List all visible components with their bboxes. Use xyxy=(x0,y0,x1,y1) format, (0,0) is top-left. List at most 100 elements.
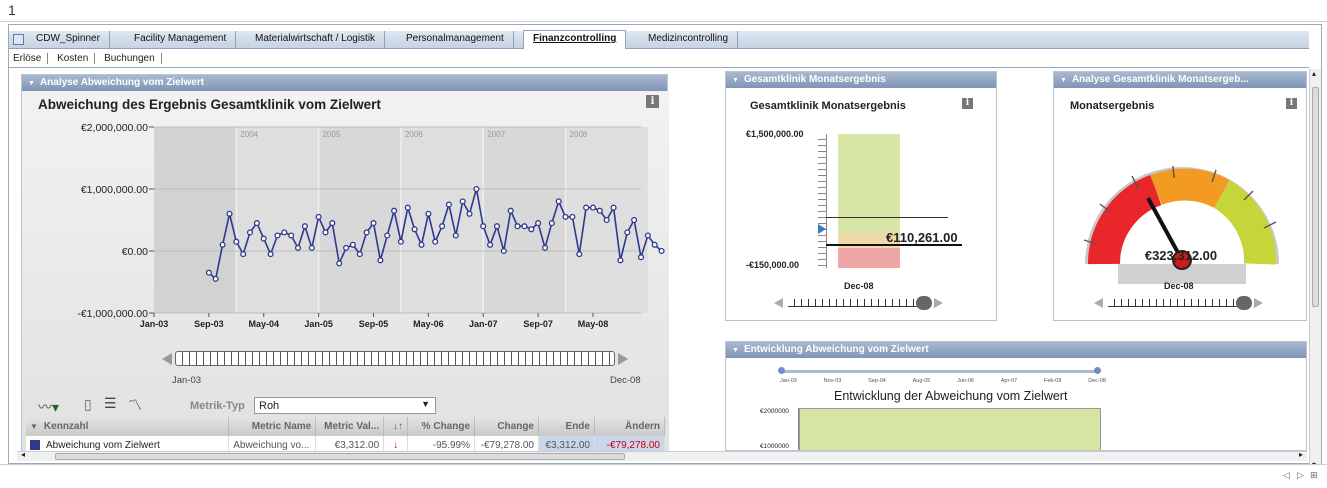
timeline-label: Dec-08 xyxy=(1088,378,1106,384)
data-point xyxy=(336,260,343,267)
analysis-panel-header[interactable]: ▼ Analyse Abweichung vom Zielwert xyxy=(22,75,667,91)
timeline-label: Sep-04 xyxy=(868,378,886,384)
tab-materialwirtschaft[interactable]: Materialwirtschaft / Logistik xyxy=(246,31,386,48)
monthly-panel-header[interactable]: ▼ Gesamtklinik Monatsergebnis xyxy=(726,72,996,88)
data-point xyxy=(603,216,610,224)
gauge-icon[interactable]: ▯ xyxy=(84,396,92,413)
metrics-table: ▼ Kennzahl Metric Name Metric Val... ↓↑ %… xyxy=(26,417,666,456)
data-point xyxy=(356,251,363,258)
timeline-start-handle[interactable] xyxy=(778,367,785,374)
col-change[interactable]: Change xyxy=(474,417,539,436)
data-point xyxy=(322,229,329,236)
slider-thumb[interactable] xyxy=(1236,296,1252,310)
year-label: 2008 xyxy=(570,130,588,139)
gauge-value: €323,312.00 xyxy=(1144,248,1218,263)
collapse-icon[interactable]: ▼ xyxy=(1060,77,1067,84)
timeline-label: Jan-03 xyxy=(780,378,797,384)
slider-right-arrow-icon[interactable] xyxy=(934,298,943,308)
period-slider[interactable] xyxy=(1094,296,1274,310)
data-point xyxy=(253,220,260,227)
subnav-buchungen[interactable]: Buchungen xyxy=(98,53,162,64)
scroll-thumb[interactable] xyxy=(55,453,625,460)
marker-icon xyxy=(818,224,826,234)
trend-panel-header[interactable]: ▼ Entwicklung Abweichung vom Zielwert xyxy=(726,342,1306,358)
period-slider[interactable] xyxy=(774,296,954,310)
slider-thumb[interactable] xyxy=(916,296,932,310)
chevron-down-icon[interactable]: ▼ xyxy=(421,399,430,409)
info-icon[interactable]: i xyxy=(1286,98,1297,109)
col-direction[interactable]: ↓↑ xyxy=(383,417,409,436)
sort-icon[interactable]: ▼ xyxy=(30,422,38,431)
timeline-label: Jun-06 xyxy=(957,378,974,384)
subnav-kosten[interactable]: Kosten xyxy=(51,53,96,64)
col-kennzahl[interactable]: ▼ Kennzahl xyxy=(26,417,230,436)
tab-facility-management[interactable]: Facility Management xyxy=(125,31,237,48)
bullet-value: €110,261.00 xyxy=(886,230,958,245)
tab-personalmanagement[interactable]: Personalmanagement xyxy=(397,31,514,48)
gauge-panel-header-label: Analyse Gesamtklinik Monatsergeb... xyxy=(1071,74,1249,85)
horizontal-scrollbar[interactable]: ◂ ▸ xyxy=(17,450,1307,461)
col-metric-name[interactable]: Metric Name xyxy=(228,417,317,436)
series-color-icon xyxy=(30,440,40,451)
prev-page-icon[interactable]: ◁ xyxy=(1283,470,1290,481)
gauge-orange-band xyxy=(1150,168,1230,209)
line-chart: 2004 2005 2006 2007 2008 €2,000,000.00 €1,000… xyxy=(77,122,665,329)
tab-finanzcontrolling[interactable]: Finanzcontrolling xyxy=(523,30,627,49)
layout-icon[interactable]: ⊞ xyxy=(1310,470,1318,481)
y-tick-label: €2,000,000.00 xyxy=(81,122,148,134)
slider-left-arrow-icon[interactable] xyxy=(162,353,172,365)
slider-track[interactable] xyxy=(175,351,615,366)
slider-right-arrow-icon[interactable] xyxy=(1254,298,1263,308)
collapse-icon[interactable]: ▼ xyxy=(28,80,35,87)
slider-left-arrow-icon[interactable] xyxy=(774,298,783,308)
col-andern[interactable]: Ändern xyxy=(594,417,666,436)
slider-right-arrow-icon[interactable] xyxy=(618,353,628,365)
data-point xyxy=(624,229,631,236)
grid-icon[interactable] xyxy=(13,34,24,45)
timeline-labels: Jan-03 Nov-03 Sep-04 Aug-05 Jun-06 Apr-0… xyxy=(780,378,1106,384)
gauge-panel: ▼ Analyse Gesamtklinik Monatsergeb... Mon… xyxy=(1053,71,1307,321)
timeline-track[interactable] xyxy=(782,370,1098,373)
collapse-icon[interactable]: ▼ xyxy=(732,347,739,354)
vertical-scrollbar[interactable]: ▴ ▾ xyxy=(1309,69,1321,469)
data-point xyxy=(500,247,507,255)
target-line xyxy=(826,217,948,218)
data-point xyxy=(315,213,322,220)
tab-medizincontrolling[interactable]: Medizincontrolling xyxy=(639,31,739,48)
data-point xyxy=(541,244,549,251)
data-point xyxy=(267,251,274,258)
slider-left-arrow-icon[interactable] xyxy=(1094,298,1103,308)
info-icon[interactable]: i xyxy=(646,95,659,108)
sparkline-icon[interactable]: 〽 xyxy=(128,395,142,415)
next-page-icon[interactable]: ▷ xyxy=(1297,470,1304,481)
date-range-slider[interactable] xyxy=(162,349,628,369)
year-label: 2005 xyxy=(323,130,341,139)
subnav-erloese[interactable]: Erlöse xyxy=(13,53,49,64)
data-point xyxy=(233,238,240,245)
scroll-thumb[interactable] xyxy=(1312,87,1319,307)
timeline-end-handle[interactable] xyxy=(1094,367,1101,374)
slider-track[interactable] xyxy=(788,299,922,307)
col-pct-change[interactable]: % Change xyxy=(407,417,476,436)
status-bar: ◁ ▷ ⊞ xyxy=(0,464,1327,488)
data-point xyxy=(439,223,446,230)
metric-type-select[interactable]: Roh ▼ xyxy=(254,397,436,414)
data-point xyxy=(411,226,418,233)
year-label: 2004 xyxy=(240,130,258,139)
col-metric-value[interactable]: Metric Val... xyxy=(315,417,385,436)
chart-type-icon[interactable]: 〰▾ xyxy=(38,397,59,417)
col-ende[interactable]: Ende xyxy=(538,417,595,436)
gauge-panel-header[interactable]: ▼ Analyse Gesamtklinik Monatsergeb... xyxy=(1054,72,1306,88)
list-icon[interactable]: ☰ xyxy=(104,395,117,412)
scroll-up-icon[interactable]: ▴ xyxy=(1312,69,1316,78)
data-point xyxy=(576,251,583,258)
info-icon[interactable]: i xyxy=(962,98,973,109)
tab-cdw-spinner[interactable]: CDW_Spinner xyxy=(27,31,110,48)
scroll-left-icon[interactable]: ◂ xyxy=(21,450,25,459)
collapse-icon[interactable]: ▼ xyxy=(732,77,739,84)
scroll-right-icon[interactable]: ▸ xyxy=(1299,450,1303,459)
data-point xyxy=(548,220,555,227)
data-point xyxy=(391,207,398,214)
data-point xyxy=(294,244,302,251)
slider-track[interactable] xyxy=(1108,299,1242,307)
